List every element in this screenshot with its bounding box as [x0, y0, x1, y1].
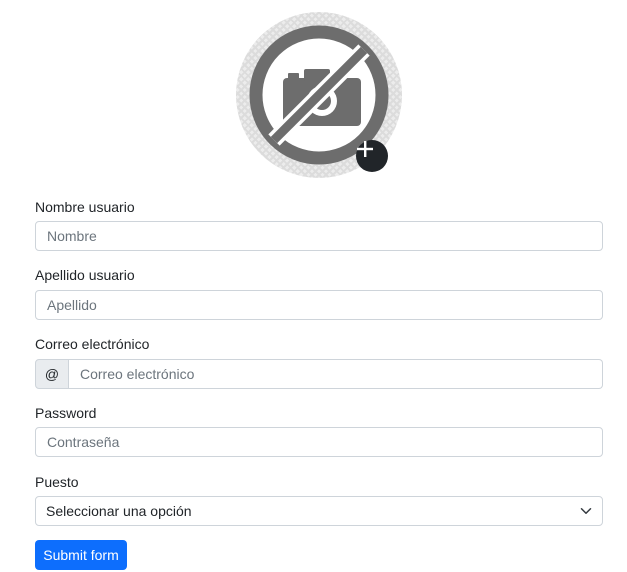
first-name-label: Nombre usuario	[35, 199, 135, 215]
position-select-value: Seleccionar una opción	[46, 503, 192, 519]
password-field: Password	[35, 405, 603, 457]
last-name-input[interactable]	[35, 290, 603, 320]
plus-icon	[357, 141, 373, 157]
avatar-uploader	[236, 12, 402, 178]
chevron-down-icon	[580, 508, 592, 514]
position-label: Puesto	[35, 474, 79, 490]
position-select[interactable]: Seleccionar una opción	[35, 496, 603, 526]
add-photo-button[interactable]	[356, 140, 388, 172]
at-sign-addon: @	[35, 359, 69, 389]
password-input[interactable]	[35, 427, 603, 457]
email-field: Correo electrónico @	[35, 336, 603, 389]
email-input[interactable]	[69, 359, 603, 389]
first-name-input[interactable]	[35, 221, 603, 251]
email-input-group: @	[35, 359, 603, 389]
password-label: Password	[35, 405, 97, 421]
last-name-field: Apellido usuario	[35, 267, 603, 320]
first-name-field: Nombre usuario	[35, 199, 603, 251]
email-label: Correo electrónico	[35, 336, 150, 352]
position-field: Puesto Seleccionar una opción	[35, 474, 603, 526]
avatar[interactable]	[236, 12, 402, 178]
submit-button[interactable]: Submit form	[35, 540, 127, 570]
last-name-label: Apellido usuario	[35, 267, 135, 283]
